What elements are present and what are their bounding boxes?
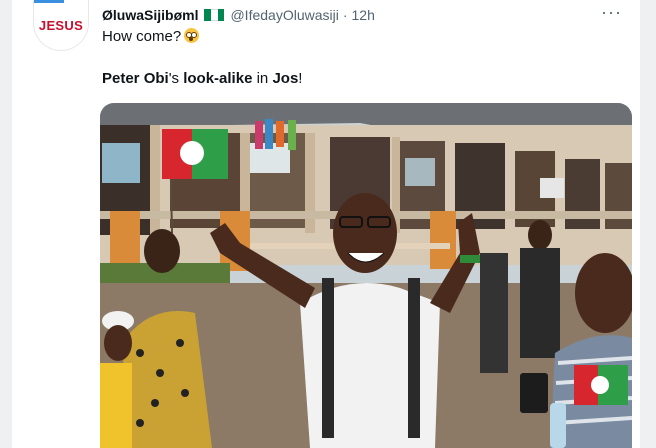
more-options-icon[interactable]: ··· (601, 2, 622, 23)
display-name[interactable]: ØluwaSijibøml (102, 7, 198, 23)
separator-dot: · (342, 7, 348, 23)
avatar-accent-bar (34, 0, 64, 3)
tweet-card[interactable]: JESUS ØluwaSijibøml @IfedayOluwasiji · 1… (12, 0, 640, 448)
nigeria-flag-icon (204, 9, 225, 21)
tweet-text-line2: Peter Obi's look-alike in Jos! (102, 70, 302, 87)
lookalike-bold: look-alike (183, 70, 253, 87)
text-fragment: in (252, 70, 273, 87)
avatar-label: JESUS (38, 17, 84, 33)
timestamp[interactable]: 12h (352, 7, 375, 23)
user-handle[interactable]: @IfedayOluwasiji (230, 7, 338, 23)
text-fragment: ! (298, 70, 303, 87)
tweet-text-line1: How come? (102, 28, 200, 45)
tweet-text: How come? (102, 28, 182, 45)
place-bold: Jos (272, 70, 299, 87)
avatar[interactable]: JESUS (34, 0, 88, 50)
flushed-face-emoji-icon (184, 28, 200, 43)
name-bold: Peter Obi (102, 70, 169, 87)
tweet-photo[interactable] (100, 103, 632, 448)
photo-illustration (100, 103, 632, 448)
tweet-header: ØluwaSijibøml @IfedayOluwasiji · 12h (102, 6, 375, 24)
text-fragment: 's (168, 70, 184, 87)
